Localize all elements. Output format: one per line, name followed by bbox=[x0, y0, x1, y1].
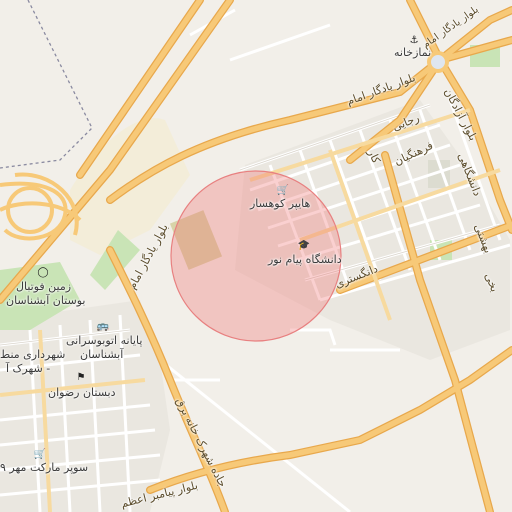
supermarket-cart-icon[interactable]: 🛒 bbox=[34, 448, 46, 460]
school-icon[interactable]: ⚑ bbox=[75, 371, 87, 383]
poi-label-mosque[interactable]: نمازخانه bbox=[394, 46, 431, 59]
poi-label-bus-terminal[interactable]: پایانه اتوبوسرانی bbox=[66, 334, 142, 347]
map-base-layer bbox=[0, 0, 512, 512]
stadium-icon[interactable]: ◯ bbox=[37, 266, 49, 278]
poi-label-supermarket[interactable]: سوپر مارکت مهر ۹ bbox=[0, 461, 88, 474]
graduation-cap-icon[interactable]: 🎓 bbox=[298, 239, 310, 251]
poi-label-school[interactable]: دبستان رضوان bbox=[48, 386, 116, 399]
poi-label-store[interactable]: هایپر کوهسار bbox=[250, 197, 310, 210]
poi-label-stadium[interactable]: زمین فوتبال bbox=[16, 280, 71, 293]
interchange bbox=[0, 172, 82, 241]
map-canvas[interactable]: بلوار یادگار امام بلوار یادگار امام بلوا… bbox=[0, 0, 512, 512]
poi-label-municipality[interactable]: شهرداری منط bbox=[0, 348, 65, 361]
poi-label-park[interactable]: بوستان آبشناسان bbox=[6, 294, 85, 307]
bus-icon[interactable]: 🚌 bbox=[97, 320, 109, 332]
mosque-icon[interactable]: ⚓ bbox=[408, 34, 420, 46]
poi-label-bus-terminal-2[interactable]: آبشناسان bbox=[80, 348, 123, 361]
poi-label-municipality-2[interactable]: - شهرک آ bbox=[6, 362, 50, 375]
poi-label-university[interactable]: دانشگاه پیام نور bbox=[268, 253, 342, 266]
admin-boundary bbox=[0, 0, 93, 169]
roundabout bbox=[427, 51, 449, 73]
shopping-cart-icon[interactable]: 🛒 bbox=[277, 184, 289, 196]
